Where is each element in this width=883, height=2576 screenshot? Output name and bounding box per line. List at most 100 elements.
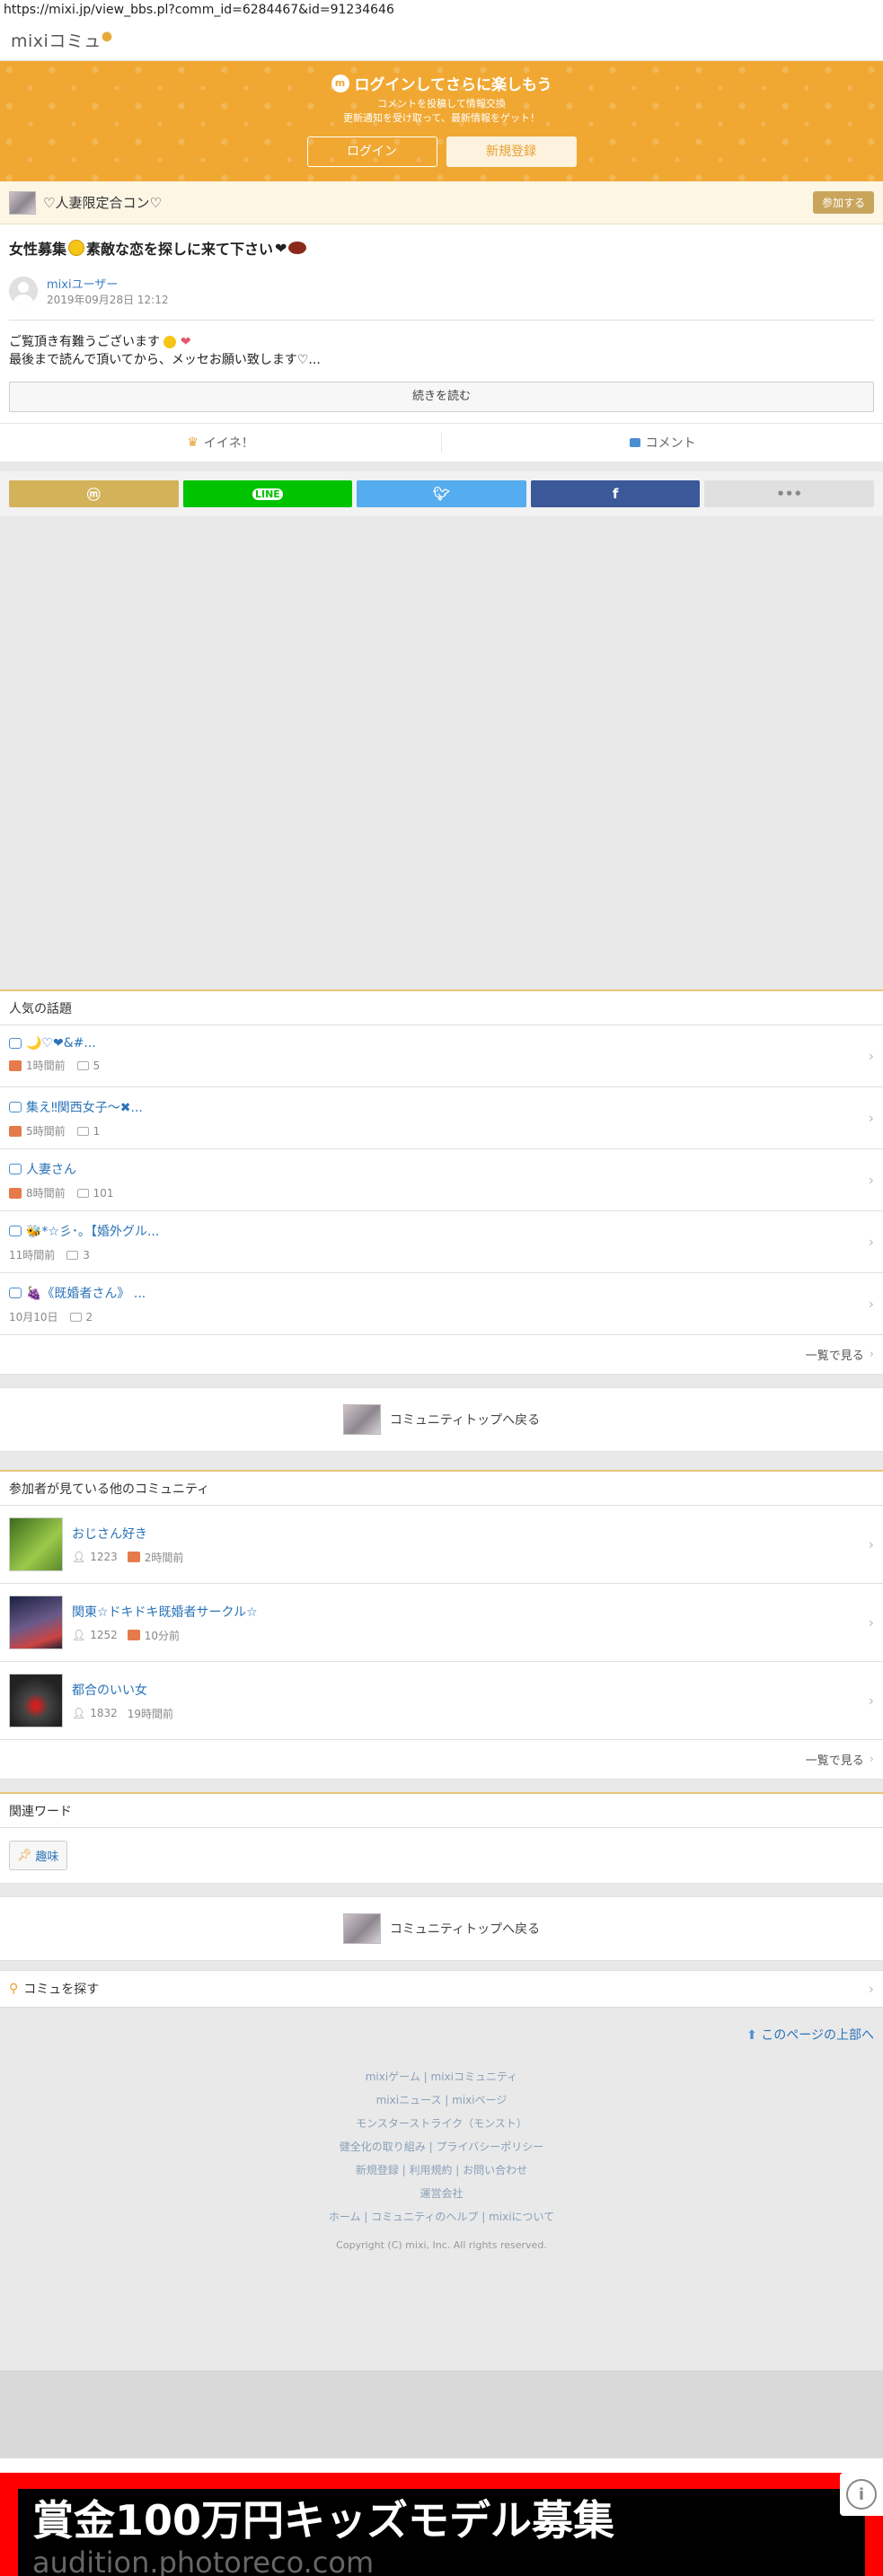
ad-placeholder	[0, 516, 883, 989]
other-community-item[interactable]: 都合のいい女 👤︎ 1832 19時間前 ›	[0, 1662, 883, 1740]
topic-icon	[9, 1164, 22, 1174]
twitter-icon: 🐦︎	[432, 486, 450, 502]
author-info: mixiユーザー 2019年09月28日 12:12	[9, 275, 874, 321]
chevron-right-icon: ›	[868, 1980, 874, 1998]
bottom-ad-banner[interactable]: i 賞金100万円キッズモデル募集 audition.photoreco.com	[0, 2473, 883, 2576]
back-to-community-top[interactable]: コミュニティトップへ戻る	[0, 1387, 883, 1452]
heart-icon: ❤	[275, 239, 287, 257]
comment-count-icon	[76, 1126, 89, 1136]
post-title: 女性募集 素敵な恋を探しに来て下さい ❤	[9, 237, 874, 259]
community-thumbnail	[9, 190, 36, 215]
comment-count-icon	[76, 1188, 89, 1198]
login-banner: m ログインしてさらに楽しもう コメントを投稿して情報交換 更新通知を受け取って、…	[0, 61, 883, 181]
topic-item[interactable]: 🍇《既婚者さん》 ... 10月10日 2 ›	[0, 1273, 883, 1335]
url-bar[interactable]: https://mixi.jp/view_bbs.pl?comm_id=6284…	[0, 0, 883, 20]
chevron-right-icon: ›	[868, 1233, 874, 1251]
comment-icon	[629, 438, 640, 447]
share-bar: ⓜ LINE 🐦︎ f •••	[0, 471, 883, 516]
arrow-up-icon: ⬆	[746, 2028, 757, 2043]
new-badge-icon	[127, 1630, 140, 1640]
topic-icon	[9, 1288, 22, 1298]
chevron-right-icon: ›	[868, 1047, 874, 1065]
others-see-all-link[interactable]: 一覧で見る ›	[0, 1740, 883, 1780]
members-icon: 👤︎	[72, 1707, 86, 1719]
ad-headline[interactable]: 賞金100万円キッズモデル募集	[32, 2496, 851, 2545]
author-name[interactable]: mixiユーザー	[47, 275, 168, 292]
post-body: ご覧頂き有難うございます ❤ 最後まで読んで頂いてから、メッセお願い致します♡.…	[9, 335, 321, 367]
mixi-icon: ⓜ	[86, 486, 101, 503]
related-words: 📌︎ 趣味	[0, 1828, 883, 1884]
chevron-right-icon: ›	[868, 1171, 874, 1189]
back-to-community-top-2[interactable]: コミュニティトップへ戻る	[0, 1896, 883, 1961]
mixi-bubble-icon: m	[331, 74, 349, 92]
chevron-right-icon: ›	[868, 1613, 874, 1631]
banner-title: ログインしてさらに楽しもう	[354, 76, 552, 94]
other-community-item[interactable]: 関東☆ドキドキ既婚者サークル☆ 👤︎ 1252 10分前 ›	[0, 1584, 883, 1662]
post: 女性募集 素敵な恋を探しに来て下さい ❤ mixiユーザー 2019年09月28…	[0, 224, 883, 412]
footer-links-7[interactable]: ホーム | コミュニティのヘルプ | mixiについて	[9, 2205, 874, 2229]
comment-button[interactable]: コメント	[442, 424, 883, 462]
share-mixi-button[interactable]: ⓜ	[9, 480, 179, 507]
grin-emoji-icon	[68, 240, 85, 256]
new-badge-icon	[9, 1187, 22, 1199]
mixi-logo[interactable]: mixiコミュ●	[11, 28, 113, 52]
popular-topics: 🌙♡❤&#... 1時間前 5 › 集え‼関西女子〜✖... 5時間前 1 › 人妻…	[0, 1025, 883, 1335]
footer-links-6[interactable]: 運営会社	[9, 2182, 874, 2205]
more-icon: •••	[776, 486, 803, 502]
search-icon: ⚲	[9, 1982, 19, 1996]
tag-hobby[interactable]: 📌︎ 趣味	[9, 1841, 67, 1870]
post-actions: ♛ イイネ！ コメント	[0, 423, 883, 462]
chevron-right-icon: ›	[869, 1348, 874, 1361]
other-community-item[interactable]: おじさん好き 👤︎ 1223 2時間前 ›	[0, 1506, 883, 1584]
copyright: Copyright (C) mixi, Inc. All rights rese…	[336, 2239, 547, 2251]
crown-icon: ♛	[187, 435, 199, 450]
join-button[interactable]: 参加する	[812, 191, 874, 214]
chevron-right-icon: ›	[869, 1753, 874, 1766]
footer-links-1[interactable]: mixiゲーム | mixiコミュニティ	[9, 2065, 874, 2088]
like-button[interactable]: ♛ イイネ！	[0, 433, 442, 453]
community-name[interactable]: ♡人妻限定合コン♡	[43, 193, 806, 212]
footer-links-5[interactable]: 新規登録 | 利用規約 | お問い合わせ	[9, 2158, 874, 2182]
new-badge-icon	[9, 1125, 22, 1137]
topic-icon	[9, 1226, 22, 1236]
page-top-link[interactable]: ⬆ このページの上部へ	[9, 2026, 874, 2044]
community-image	[9, 1596, 63, 1649]
login-button[interactable]: ログイン	[306, 136, 437, 167]
footer-links-3[interactable]: モンスターストライク（モンスト）	[9, 2112, 874, 2135]
topic-item[interactable]: 🌙♡❤&#... 1時間前 5 ›	[0, 1025, 883, 1087]
facebook-icon: f	[612, 486, 619, 502]
header: mixiコミュ●	[0, 20, 883, 61]
popular-heading: 人気の話題	[0, 989, 883, 1025]
community-bar[interactable]: ♡人妻限定合コン♡ 参加する	[0, 181, 883, 224]
community-image	[9, 1674, 63, 1728]
ad-info-button[interactable]: i	[840, 2473, 883, 2516]
comment-count-icon	[76, 1060, 89, 1070]
related-heading: 関連ワード	[0, 1792, 883, 1828]
chevron-right-icon: ›	[868, 1295, 874, 1313]
signup-button[interactable]: 新規登録	[446, 136, 577, 167]
comment-count-icon	[69, 1312, 82, 1322]
footer: ⬆ このページの上部へ mixiゲーム | mixiコミュニティ mixiニュー…	[0, 2008, 883, 2370]
share-facebook-button[interactable]: f	[530, 480, 701, 507]
community-thumbnail	[342, 1913, 381, 1944]
popular-see-all-link[interactable]: 一覧で見る ›	[0, 1335, 883, 1375]
community-image	[9, 1517, 63, 1571]
topic-icon	[9, 1038, 22, 1049]
search-community-row[interactable]: ⚲ コミュを探す ›	[0, 1970, 883, 2008]
banner-sub-1: コメントを投稿して情報交換	[377, 98, 506, 110]
new-badge-icon	[127, 1552, 140, 1562]
chevron-right-icon: ›	[868, 1692, 874, 1710]
share-line-button[interactable]: LINE	[182, 480, 353, 507]
footer-links-4[interactable]: 健全化の取り組み | プライバシーポリシー	[9, 2135, 874, 2158]
footer-links-2[interactable]: mixiニュース | mixiページ	[9, 2088, 874, 2112]
topic-item[interactable]: 🐝*☆彡･｡【婚外グル... 11時間前 3 ›	[0, 1211, 883, 1273]
community-thumbnail	[342, 1404, 381, 1435]
share-more-button[interactable]: •••	[704, 480, 874, 507]
topic-item[interactable]: 人妻さん 8時間前 101 ›	[0, 1149, 883, 1211]
chevron-right-icon: ›	[868, 1535, 874, 1553]
share-twitter-button[interactable]: 🐦︎	[357, 480, 526, 507]
avatar[interactable]	[9, 277, 38, 305]
ad-url[interactable]: audition.photoreco.com	[32, 2545, 851, 2576]
topic-item[interactable]: 集え‼関西女子〜✖... 5時間前 1 ›	[0, 1087, 883, 1149]
read-more-button[interactable]: 続きを読む	[9, 382, 874, 412]
